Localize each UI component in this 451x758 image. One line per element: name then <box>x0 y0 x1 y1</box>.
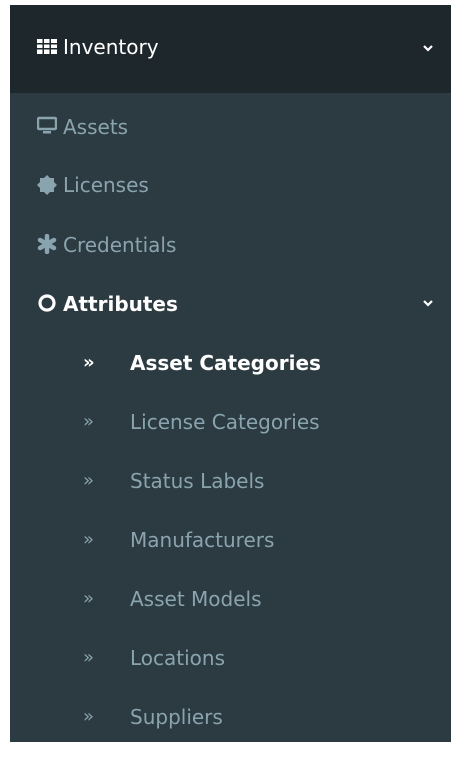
double-chevron-right-icon: » <box>83 529 95 550</box>
sidebar-item-label: Licenses <box>63 173 149 197</box>
sidebar-item-attributes[interactable]: Attributes <box>10 271 451 329</box>
submenu-item-label: Status Labels <box>130 469 265 493</box>
submenu-item-label: Locations <box>130 646 226 670</box>
sidebar-item-label: Assets <box>63 115 129 139</box>
submenu-item-label: Asset Categories <box>130 351 321 375</box>
submenu-item-label: License Categories <box>130 410 320 434</box>
double-chevron-right-icon: » <box>83 352 95 373</box>
sidebar-item-label: Credentials <box>63 233 177 257</box>
page-background <box>0 0 10 758</box>
double-chevron-right-icon: » <box>83 706 95 727</box>
double-chevron-right-icon: » <box>83 647 95 668</box>
sidebar-item-assets[interactable]: Assets <box>10 97 451 155</box>
monitor-icon <box>37 116 57 134</box>
asterisk-icon <box>37 234 57 254</box>
sidebar-header-inventory[interactable]: Inventory <box>10 5 451 93</box>
submenu-item-label: Suppliers <box>130 705 223 729</box>
badge-icon <box>37 175 57 195</box>
circle-outline-icon <box>38 294 56 312</box>
sidebar-menu: Inventory Assets Licenses Credentials At… <box>10 5 451 742</box>
submenu-item-asset-categories[interactable]: » Asset Categories <box>10 331 451 389</box>
chevron-down-icon <box>423 45 433 52</box>
double-chevron-right-icon: » <box>83 470 95 491</box>
submenu-item-locations[interactable]: » Locations <box>10 626 451 684</box>
sidebar-item-credentials[interactable]: Credentials <box>10 213 451 271</box>
grid-icon <box>37 39 57 54</box>
submenu-item-label: Manufacturers <box>130 528 275 552</box>
submenu-item-suppliers[interactable]: » Suppliers <box>10 685 451 742</box>
sidebar-item-label: Attributes <box>63 292 178 316</box>
sidebar-item-licenses[interactable]: Licenses <box>10 155 451 213</box>
submenu-item-status-labels[interactable]: » Status Labels <box>10 449 451 507</box>
submenu-item-asset-models[interactable]: » Asset Models <box>10 567 451 625</box>
submenu-item-license-categories[interactable]: » License Categories <box>10 390 451 448</box>
double-chevron-right-icon: » <box>83 588 95 609</box>
submenu-item-manufacturers[interactable]: » Manufacturers <box>10 508 451 566</box>
submenu-item-label: Asset Models <box>130 587 262 611</box>
double-chevron-right-icon: » <box>83 411 95 432</box>
chevron-down-icon <box>423 300 433 307</box>
sidebar-header-label: Inventory <box>63 35 159 59</box>
